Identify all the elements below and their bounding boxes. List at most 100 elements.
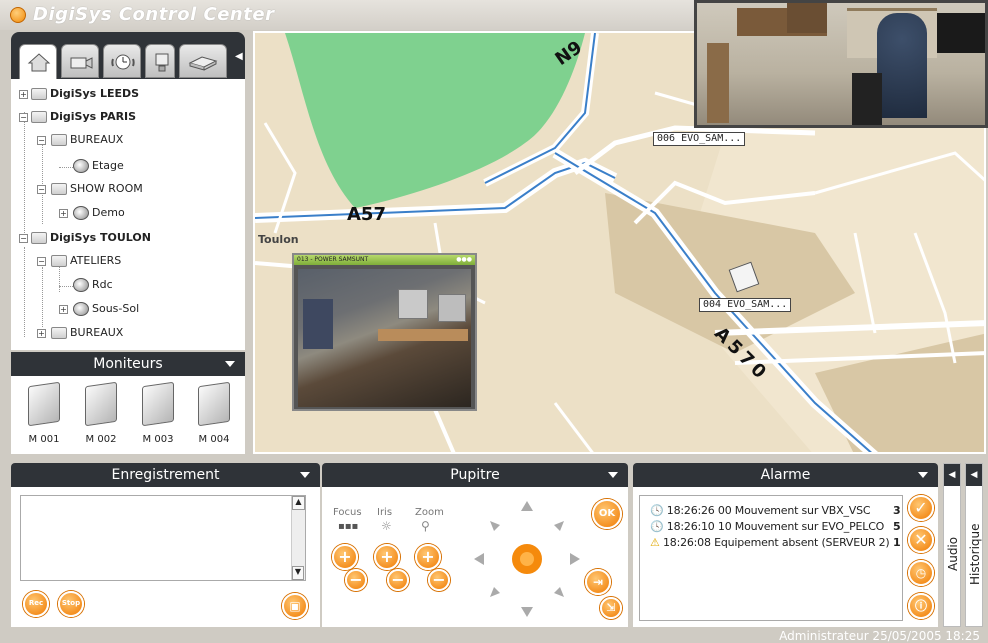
enter-icon: ⇥ (592, 575, 604, 589)
tree-node-rdc[interactable]: Rdc (73, 276, 113, 294)
map-plan-icon (73, 278, 89, 292)
video-feed (298, 269, 471, 407)
chevron-down-icon[interactable] (918, 472, 928, 478)
chevron-left-icon[interactable]: ◀ (944, 464, 960, 486)
pupitre-header[interactable]: Pupitre (322, 463, 628, 487)
folder-icon (51, 327, 67, 339)
iris-minus-button[interactable]: − (387, 569, 409, 591)
video-title-bar[interactable]: 013 - POWER SAMSUNT ●●● (294, 255, 475, 265)
chevron-left-icon[interactable]: ◀ (966, 464, 982, 486)
scroll-down-icon[interactable]: ▼ (292, 566, 304, 580)
camera-label[interactable]: 006 EVO_SAM... (653, 132, 746, 146)
focus-plus-button[interactable]: + (332, 544, 358, 570)
city-label: Toulon (258, 233, 299, 246)
iris-plus-button[interactable]: + (374, 544, 400, 570)
scrollbar[interactable]: ▲ ▼ (291, 496, 305, 580)
acknowledge-button[interactable]: ✓ (908, 495, 934, 521)
map-plan-icon (73, 302, 89, 316)
preset-exit-button[interactable]: ⇲ (600, 597, 622, 619)
video-popup[interactable]: 013 - POWER SAMSUNT ●●● (292, 253, 477, 411)
cycle-clock-icon (111, 54, 135, 70)
window-controls-icon[interactable]: ●●● (456, 255, 472, 265)
ok-button[interactable]: OK (592, 499, 622, 529)
tab-recorders[interactable] (179, 44, 227, 78)
map-plan-icon (73, 159, 89, 173)
moniteurs-header[interactable]: Moniteurs (11, 352, 245, 376)
tree-node-paris[interactable]: DigiSys PARIS (31, 108, 136, 126)
moniteurs-panel: M 001 M 002 M 003 M 004 (11, 376, 245, 454)
focus-minus-button[interactable]: − (345, 569, 367, 591)
alarme-header[interactable]: Alarme (633, 463, 938, 487)
tab-historique[interactable]: ◀ Historique (965, 463, 983, 627)
alarm-info-button[interactable]: ⓘ (908, 593, 934, 619)
tab-cameras[interactable] (61, 44, 99, 78)
enregistrement-header[interactable]: Enregistrement (11, 463, 320, 487)
warning-icon: ⚠ (650, 536, 660, 549)
folder-icon (51, 183, 67, 195)
zoom-minus-button[interactable]: − (428, 569, 450, 591)
alarm-list[interactable]: 🕓 18:26:26 00 Mouvement sur VBX_VSC 3 🕓 1… (639, 495, 903, 621)
camera-view-overlay[interactable] (694, 0, 988, 128)
enregistrement-panel: ▲ ▼ Rec Stop ▣ (11, 487, 320, 627)
expand-toggle[interactable]: + (19, 90, 28, 99)
monitor-icon (85, 381, 117, 427)
folder-icon (51, 255, 67, 267)
site-icon (31, 232, 47, 244)
info-icon: ⓘ (914, 599, 927, 613)
tree-node-toulon[interactable]: DigiSys TOULON (31, 229, 151, 247)
stop-button[interactable]: Stop (58, 591, 84, 617)
collapse-toggle[interactable]: − (37, 257, 46, 266)
expand-toggle[interactable]: + (59, 209, 68, 218)
monitor-item[interactable]: M 002 (76, 381, 126, 450)
disk-icon: ▣ (289, 599, 301, 613)
collapse-toggle[interactable]: − (37, 185, 46, 194)
monitor-icon (28, 381, 60, 427)
tree-node-bureaux-toulon[interactable]: BUREAUX (51, 324, 123, 342)
ptz-joystick[interactable] (472, 499, 582, 619)
camera-icon (70, 57, 93, 69)
collapse-toggle[interactable]: − (37, 136, 46, 145)
rec-button[interactable]: Rec (23, 591, 49, 617)
monitor-item[interactable]: M 001 (19, 381, 69, 450)
chevron-down-icon[interactable] (300, 472, 310, 478)
app-logo-icon (10, 7, 26, 23)
recording-list[interactable]: ▲ ▼ (20, 495, 306, 581)
tab-sites[interactable] (19, 44, 57, 80)
tree-node-etage[interactable]: Etage (73, 157, 124, 175)
monitor-item[interactable]: M 003 (133, 381, 183, 450)
app-title: DigiSys Control Center (33, 4, 275, 25)
alarm-item[interactable]: 🕓 18:26:10 10 Mouvement sur EVO_PELCO 5 (650, 520, 901, 533)
pupitre-panel: Focus Iris Zoom ▪▪▪ ☼ ⚲ + − + − + − OK ⇥… (322, 487, 628, 627)
zoom-plus-button[interactable]: + (415, 544, 441, 570)
tab-audio[interactable]: ◀ Audio (943, 463, 961, 627)
alarm-item[interactable]: 🕓 18:26:26 00 Mouvement sur VBX_VSC 3 (650, 504, 901, 517)
tree-node-sous-sol[interactable]: Sous-Sol (73, 300, 139, 318)
tab-scroll-left-icon[interactable]: ◀ (235, 51, 243, 62)
scroll-up-icon[interactable]: ▲ (292, 496, 305, 510)
alarm-item[interactable]: ⚠ 18:26:08 Equipement absent (SERVEUR 2)… (650, 536, 901, 549)
folder-icon (51, 134, 67, 146)
save-button[interactable]: ▣ (282, 593, 308, 619)
tab-devices[interactable] (145, 44, 175, 78)
map-plan-icon (73, 206, 89, 220)
history-button[interactable]: ◷ (908, 560, 934, 586)
tree-node-demo[interactable]: Demo (73, 204, 125, 222)
reject-button[interactable]: ✕ (908, 527, 934, 553)
monitor-item[interactable]: M 004 (189, 381, 239, 450)
exit-icon: ⇲ (606, 601, 616, 614)
tree-node-ateliers[interactable]: ATELIERS (51, 252, 121, 270)
chevron-down-icon[interactable] (225, 361, 235, 367)
expand-toggle[interactable]: + (37, 329, 46, 338)
status-bar: Administrateur 25/05/2005 18:25 (779, 629, 980, 643)
tree-node-bureaux-paris[interactable]: BUREAUX (51, 131, 123, 149)
chevron-down-icon[interactable] (608, 472, 618, 478)
close-icon: ✕ (914, 530, 928, 549)
camera-label[interactable]: 004 EVO_SAM... (699, 298, 792, 312)
tree-node-leeds[interactable]: DigiSys LEEDS (31, 85, 139, 103)
collapse-toggle[interactable]: − (19, 234, 28, 243)
tab-sequences[interactable] (103, 44, 141, 78)
expand-toggle[interactable]: + (59, 305, 68, 314)
preset-enter-button[interactable]: ⇥ (585, 569, 611, 595)
collapse-toggle[interactable]: − (19, 113, 28, 122)
tree-node-showroom[interactable]: SHOW ROOM (51, 180, 143, 198)
